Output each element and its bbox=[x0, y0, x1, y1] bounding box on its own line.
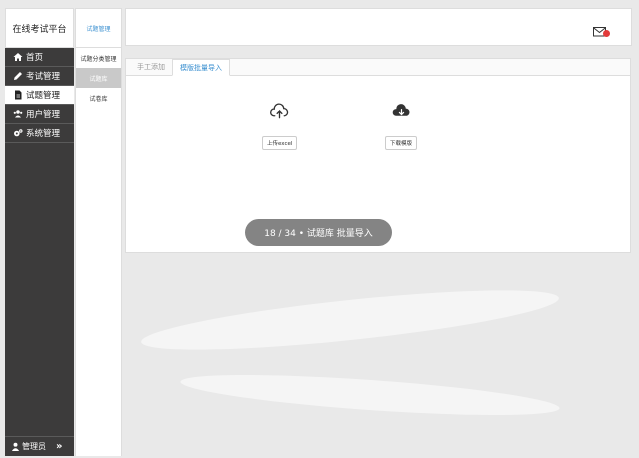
sidebar-item-exams[interactable]: 考试管理 bbox=[5, 67, 74, 86]
submenu-item-categories[interactable]: 试题分类管理 bbox=[76, 48, 121, 68]
tab-bar: 手工添加 模版批量导入 bbox=[126, 59, 630, 76]
submenu-item-paper-bank[interactable]: 试卷库 bbox=[76, 88, 121, 108]
background-texture bbox=[139, 278, 561, 362]
submenu-item-question-bank[interactable]: 试题库 bbox=[76, 68, 121, 88]
top-bar bbox=[125, 8, 632, 46]
download-template-button[interactable]: 下载模版 bbox=[385, 136, 418, 150]
sidebar-item-label: 首页 bbox=[26, 53, 44, 63]
sidebar: 首页 考试管理 试题管理 用户管理 系统管理 管理员 » bbox=[5, 48, 74, 456]
cloud-download-icon bbox=[392, 103, 411, 123]
document-icon bbox=[12, 90, 23, 100]
expand-sidebar-icon[interactable]: » bbox=[56, 441, 62, 452]
sidebar-item-label: 用户管理 bbox=[26, 110, 61, 120]
sidebar-item-label: 试题管理 bbox=[26, 91, 61, 101]
pencil-icon bbox=[12, 71, 23, 81]
mail-icon[interactable] bbox=[593, 23, 610, 37]
upload-excel-button[interactable]: 上传excel bbox=[262, 136, 298, 150]
sidebar-item-label: 考试管理 bbox=[26, 72, 61, 82]
sidebar-item-label: 系统管理 bbox=[26, 129, 61, 139]
slide-counter-overlay: 18 / 34 • 试题库 批量导入 bbox=[245, 219, 392, 246]
upload-section: 上传excel bbox=[262, 103, 298, 150]
sidebar-item-questions[interactable]: 试题管理 bbox=[5, 86, 74, 105]
sidebar-item-users[interactable]: 用户管理 bbox=[5, 105, 74, 124]
submenu: 试题分类管理 试题库 试卷库 bbox=[75, 48, 122, 456]
users-icon bbox=[12, 109, 23, 119]
sidebar-footer: 管理员 » bbox=[5, 436, 74, 456]
background-texture bbox=[179, 366, 561, 424]
sidebar-item-system[interactable]: 系统管理 bbox=[5, 124, 74, 143]
download-section: 下载模版 bbox=[385, 103, 418, 150]
notification-badge bbox=[603, 30, 610, 37]
gears-icon bbox=[12, 128, 23, 138]
cloud-upload-icon bbox=[270, 103, 289, 123]
current-user-name[interactable]: 管理员 bbox=[22, 441, 46, 452]
home-icon bbox=[12, 52, 23, 62]
app-title: 在线考试平台 bbox=[5, 8, 74, 48]
tab-template-import[interactable]: 模版批量导入 bbox=[172, 59, 230, 76]
tab-manual-add[interactable]: 手工添加 bbox=[130, 59, 172, 75]
user-icon bbox=[11, 442, 20, 451]
sidebar-item-home[interactable]: 首页 bbox=[5, 48, 74, 67]
submenu-heading: 试题管理 bbox=[75, 8, 122, 48]
